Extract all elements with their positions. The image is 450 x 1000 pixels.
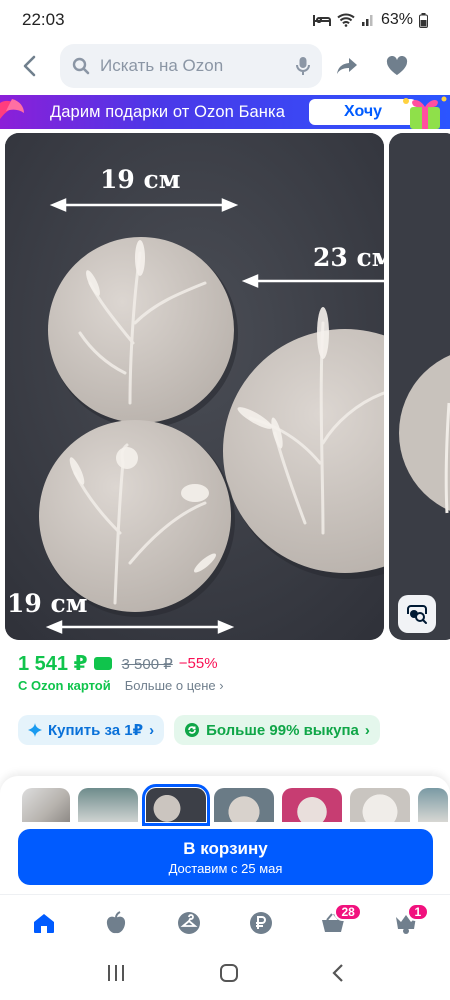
battery-icon bbox=[419, 12, 428, 28]
chevron-right-icon: › bbox=[149, 721, 155, 739]
price-discount: −55% bbox=[178, 655, 218, 672]
add-to-cart-label: В корзину bbox=[183, 838, 268, 858]
with-card-label: С Ozon картой bbox=[18, 678, 111, 693]
dimension-label-bottom: 19 см bbox=[7, 589, 88, 618]
microphone-icon[interactable] bbox=[296, 56, 310, 76]
next-photo-image bbox=[389, 133, 450, 640]
nav-fresh[interactable] bbox=[91, 901, 141, 945]
search-input[interactable]: Искать на Ozon bbox=[60, 44, 322, 88]
search-placeholder: Искать на Ozon bbox=[100, 56, 224, 75]
status-icons: 63% bbox=[312, 11, 428, 29]
battery-percent: 63% bbox=[380, 11, 413, 28]
home-system-button[interactable] bbox=[219, 963, 239, 988]
thumbnail[interactable] bbox=[418, 788, 448, 822]
thumbnail[interactable] bbox=[214, 788, 274, 822]
dimension-label-top: 19 см bbox=[100, 165, 181, 194]
back-button[interactable] bbox=[0, 44, 60, 88]
similar-search-button[interactable] bbox=[398, 595, 436, 633]
gift-box-icon bbox=[403, 96, 447, 129]
chevron-left-icon bbox=[23, 55, 36, 77]
buy-for-1-chip[interactable]: Купить за 1₽ › bbox=[18, 715, 165, 745]
promo-banner[interactable]: Дарим подарки от Ozon Банка Хочу bbox=[0, 95, 450, 129]
home-icon bbox=[34, 913, 55, 933]
hanger-icon bbox=[177, 911, 200, 934]
ruble-icon bbox=[250, 911, 273, 934]
thumbnail[interactable] bbox=[22, 788, 70, 822]
next-photo-preview[interactable] bbox=[389, 133, 450, 640]
nav-profile[interactable]: 1 bbox=[381, 901, 431, 945]
price-subline: С Ozon картой Больше о цене › bbox=[18, 678, 224, 693]
nav-home[interactable] bbox=[19, 901, 69, 945]
price-old: 3 500 ₽ bbox=[121, 655, 173, 673]
more-price-link[interactable]: Больше о цене › bbox=[125, 678, 224, 693]
gift-icon bbox=[0, 99, 24, 119]
thumbnail[interactable] bbox=[78, 788, 138, 822]
wifi-icon bbox=[337, 13, 355, 27]
ozon-card-icon bbox=[93, 657, 112, 670]
add-to-cart-button[interactable]: В корзину Доставим с 25 мая bbox=[18, 829, 433, 885]
apple-icon bbox=[107, 910, 126, 933]
heart-icon bbox=[386, 56, 408, 75]
chevron-right-icon: › bbox=[364, 721, 370, 739]
share-arrow-icon bbox=[337, 58, 357, 74]
recent-apps-icon bbox=[108, 964, 125, 981]
benefit-chips: Купить за 1₽ › Больше 99% выкупа › bbox=[18, 715, 380, 745]
status-bar: 22:03 63% bbox=[0, 0, 450, 40]
top-bar: Искать на Ozon bbox=[0, 40, 450, 92]
sticky-cart-panel: В корзину Доставим с 25 мая bbox=[0, 776, 450, 894]
thumbnail-selected[interactable] bbox=[142, 784, 210, 826]
search-icon bbox=[72, 57, 90, 75]
favorite-button[interactable] bbox=[372, 44, 422, 88]
thumbnail[interactable] bbox=[350, 788, 410, 822]
home-square-icon bbox=[219, 963, 238, 982]
nav-fashion[interactable] bbox=[164, 901, 214, 945]
thumbnail[interactable] bbox=[282, 788, 342, 822]
signal-icon bbox=[361, 15, 373, 26]
recent-apps-button[interactable] bbox=[106, 964, 126, 987]
refresh-icon bbox=[185, 723, 200, 737]
sparkle-icon bbox=[28, 723, 42, 737]
profile-badge: 1 bbox=[406, 902, 429, 921]
image-search-icon bbox=[407, 605, 427, 624]
nav-finance[interactable] bbox=[236, 901, 286, 945]
dimension-label-right: 23 см bbox=[313, 243, 384, 272]
bed-icon bbox=[312, 15, 331, 26]
product-gallery[interactable]: 19 см 23 см 19 см bbox=[0, 133, 450, 643]
system-back-button[interactable] bbox=[332, 963, 344, 988]
product-photo[interactable]: 19 см 23 см 19 см bbox=[5, 133, 384, 640]
promo-text: Дарим подарки от Ozon Банка bbox=[50, 102, 285, 121]
system-nav bbox=[0, 950, 450, 1000]
chevron-right-icon: › bbox=[219, 678, 224, 693]
nav-cart[interactable]: 28 bbox=[308, 901, 362, 945]
cart-count-badge: 28 bbox=[334, 902, 362, 921]
delivery-date: Доставим с 25 мая bbox=[168, 860, 283, 876]
status-time: 22:03 bbox=[22, 10, 65, 29]
buyout-rate-chip[interactable]: Больше 99% выкупа › bbox=[174, 715, 380, 745]
chevron-left-icon bbox=[332, 963, 343, 982]
bottom-nav: 28 1 bbox=[0, 894, 450, 950]
thumbnail-strip bbox=[22, 784, 448, 826]
price-row[interactable]: 1 541 ₽ 3 500 ₽ −55% bbox=[18, 651, 218, 676]
price-current: 1 541 ₽ bbox=[18, 653, 88, 675]
plaster-panels-image bbox=[5, 133, 384, 640]
share-button[interactable] bbox=[322, 44, 372, 88]
